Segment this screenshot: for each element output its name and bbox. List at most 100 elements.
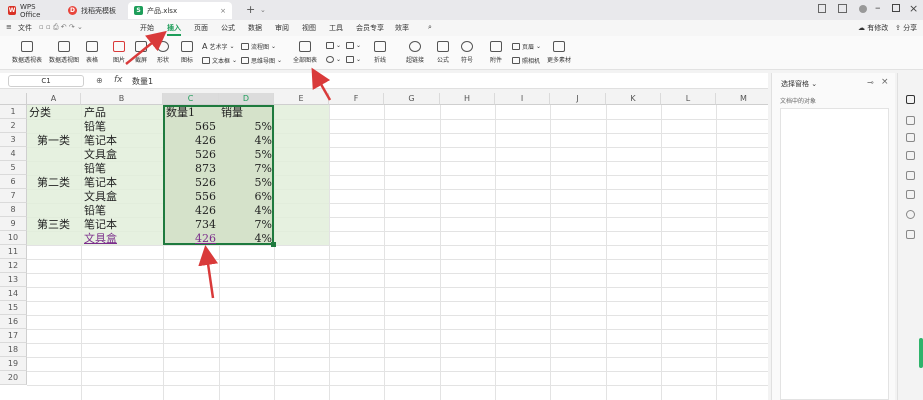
col-header-g[interactable]: G — [384, 93, 440, 105]
picture-button[interactable]: 图片 — [113, 41, 125, 64]
cell-b9[interactable]: 笔记本 — [84, 218, 117, 232]
sparkline-button[interactable]: 折线 — [374, 41, 386, 64]
chart-type-4[interactable]: ⌄ — [346, 56, 361, 63]
row-header-6[interactable]: 6 — [0, 175, 27, 189]
cell-b1[interactable]: 产品 — [84, 106, 106, 120]
formula-button[interactable]: 公式 — [437, 41, 449, 64]
cell-c7[interactable]: 556 — [163, 190, 216, 204]
row-header-16[interactable]: 16 — [0, 315, 27, 329]
cell-b4[interactable]: 文具盒 — [84, 148, 117, 162]
menu-insert[interactable]: 插入 — [167, 23, 181, 36]
cell-b5[interactable]: 铅笔 — [84, 162, 106, 176]
hamburger-icon[interactable]: ≡ — [6, 23, 12, 31]
pivot-chart-button[interactable]: 数据透视图 — [49, 41, 79, 64]
book-open-icon[interactable] — [906, 190, 915, 199]
cell-c8[interactable]: 426 — [163, 204, 216, 218]
col-header-k[interactable]: K — [606, 93, 661, 105]
row-header-8[interactable]: 8 — [0, 203, 27, 217]
cell-d6[interactable]: 5% — [219, 176, 272, 190]
maximize-icon[interactable] — [892, 4, 900, 12]
formula-input[interactable]: 数量1 — [132, 76, 153, 87]
cell-d8[interactable]: 4% — [219, 204, 272, 218]
row-header-18[interactable]: 18 — [0, 343, 27, 357]
menu-efficiency[interactable]: 效率 — [395, 23, 409, 33]
cell-c9[interactable]: 734 — [163, 218, 216, 232]
format-icon[interactable] — [906, 151, 915, 160]
cell-c2[interactable]: 565 — [163, 120, 216, 134]
icon-button[interactable]: 图标 — [181, 41, 193, 64]
cell-c10[interactable]: 426 — [163, 232, 216, 246]
row-header-13[interactable]: 13 — [0, 273, 27, 287]
menu-data[interactable]: 数据 — [248, 23, 262, 33]
cell-d9[interactable]: 7% — [219, 218, 272, 232]
row-header-11[interactable]: 11 — [0, 245, 27, 259]
sidebar-scroll-thumb[interactable] — [919, 338, 923, 368]
col-header-h[interactable]: H — [440, 93, 495, 105]
pivot-table-button[interactable]: 数据透视表 — [12, 41, 42, 64]
flowchart-button[interactable]: 流程图 ⌄ — [241, 42, 276, 51]
camera-button[interactable]: 照相机 — [512, 56, 540, 65]
more-materials-button[interactable]: 更多素材 — [547, 41, 571, 64]
cell-c4[interactable]: 526 — [163, 148, 216, 162]
attachment-button[interactable]: 附件 — [490, 41, 502, 64]
pin-icon[interactable]: ⊸ — [867, 78, 874, 87]
settings-icon[interactable] — [906, 230, 915, 239]
row-header-14[interactable]: 14 — [0, 287, 27, 301]
col-header-f[interactable]: F — [329, 93, 384, 105]
close-pane-icon[interactable]: × — [881, 77, 889, 87]
new-tab-button[interactable]: + — [246, 3, 255, 16]
tab-wps-office[interactable]: W WPS Office — [2, 2, 60, 19]
col-header-j[interactable]: J — [550, 93, 606, 105]
window-icon[interactable] — [838, 4, 847, 13]
spreadsheet-grid[interactable]: A B C D E F G H I J K L M 1 2 3 4 5 6 7 … — [0, 93, 768, 400]
row-header-5[interactable]: 5 — [0, 161, 27, 175]
cell-d1[interactable]: 销量 — [221, 106, 243, 120]
row-header-20[interactable]: 20 — [0, 371, 27, 385]
col-header-e[interactable]: E — [274, 93, 329, 105]
properties-icon[interactable] — [906, 116, 915, 125]
menu-start[interactable]: 开始 — [140, 23, 154, 33]
cell-c5[interactable]: 873 — [163, 162, 216, 176]
col-header-d[interactable]: D — [219, 93, 274, 105]
toolbar-quick-icons[interactable]: ▫ ▫ ⎙ ↶ ↷ ⌄ — [39, 23, 83, 32]
name-box[interactable]: C1 — [8, 75, 84, 87]
chart-type-3[interactable]: ⌄ — [326, 56, 341, 63]
tab-product-xlsx[interactable]: S 产品.xlsx × — [128, 2, 232, 19]
cell-d3[interactable]: 4% — [219, 134, 272, 148]
row-header-17[interactable]: 17 — [0, 329, 27, 343]
row-header-2[interactable]: 2 — [0, 119, 27, 133]
close-icon[interactable]: × — [909, 2, 918, 15]
cell-a3[interactable]: 第一类 — [37, 134, 70, 148]
cell-b2[interactable]: 铅笔 — [84, 120, 106, 134]
modified-indicator[interactable]: ☁ 有修改 — [858, 23, 888, 33]
avatar[interactable] — [859, 5, 867, 13]
header-button[interactable]: 页眉 ⌄ — [512, 42, 541, 51]
cell-d7[interactable]: 6% — [219, 190, 272, 204]
cell-b3[interactable]: 笔记本 — [84, 134, 117, 148]
cell-b6[interactable]: 笔记本 — [84, 176, 117, 190]
help-icon[interactable] — [906, 210, 915, 219]
screenshot-button[interactable]: 截屏 — [135, 41, 147, 64]
cell-b7[interactable]: 文具盒 — [84, 190, 117, 204]
row-header-7[interactable]: 7 — [0, 189, 27, 203]
chevron-down-icon[interactable]: ⌄ — [260, 6, 266, 14]
row-header-19[interactable]: 19 — [0, 357, 27, 371]
menu-tools[interactable]: 工具 — [329, 23, 343, 33]
menu-member[interactable]: 会员专享 — [356, 23, 384, 33]
book-icon[interactable] — [818, 4, 826, 13]
menu-view[interactable]: 视图 — [302, 23, 316, 33]
row-header-1[interactable]: 1 — [0, 105, 27, 119]
col-header-c[interactable]: C — [163, 93, 219, 105]
cell-c3[interactable]: 426 — [163, 134, 216, 148]
all-charts-button[interactable]: 全部图表 — [293, 41, 317, 64]
row-header-4[interactable]: 4 — [0, 147, 27, 161]
close-tab-icon[interactable]: × — [220, 7, 226, 15]
col-header-m[interactable]: M — [716, 93, 768, 105]
shape-button[interactable]: 形状 — [157, 41, 169, 64]
cell-a9[interactable]: 第三类 — [37, 218, 70, 232]
menu-page[interactable]: 页面 — [194, 23, 208, 33]
cell-b10[interactable]: 文具盒 — [84, 232, 117, 246]
col-header-i[interactable]: I — [495, 93, 550, 105]
cursor-icon[interactable] — [906, 95, 915, 104]
row-header-10[interactable]: 10 — [0, 231, 27, 245]
